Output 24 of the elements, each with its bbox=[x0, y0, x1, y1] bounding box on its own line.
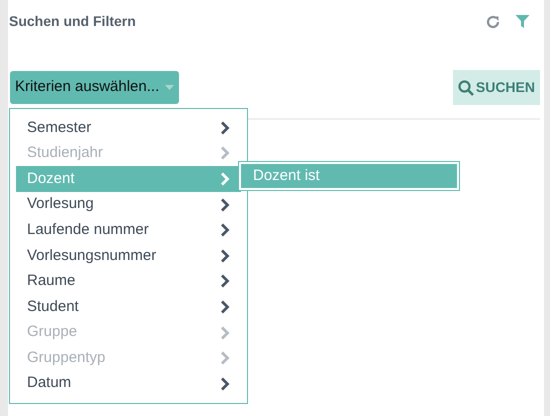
filter-icon[interactable] bbox=[515, 14, 530, 29]
chevron-right-icon bbox=[220, 326, 230, 340]
menu-item[interactable]: Datum bbox=[16, 370, 241, 397]
chevron-right-icon bbox=[220, 248, 230, 263]
menu-item[interactable]: Raume bbox=[16, 268, 241, 294]
chevron-right-icon bbox=[220, 376, 230, 391]
chevron-right-icon bbox=[220, 274, 230, 288]
menu-item[interactable]: Laufende nummer bbox=[16, 217, 241, 243]
chevron-right-icon bbox=[220, 198, 230, 212]
chevron-right-icon bbox=[220, 351, 230, 366]
chevron-right-icon bbox=[220, 146, 230, 160]
search-icon bbox=[458, 80, 474, 96]
criteria-dropdown[interactable]: Kriterien auswählen... bbox=[10, 71, 180, 104]
chevron-right-icon bbox=[220, 223, 230, 238]
menu-item[interactable]: Vorlesungsnummer bbox=[16, 242, 241, 269]
caret-icon bbox=[165, 84, 174, 90]
chevron-right-icon bbox=[220, 300, 230, 314]
chevron-right-icon bbox=[220, 120, 230, 135]
chevron-right-icon bbox=[220, 172, 230, 186]
refresh-icon[interactable] bbox=[485, 14, 501, 30]
panel-title: Suchen und Filtern bbox=[9, 12, 136, 31]
menu-item[interactable]: Vorlesung bbox=[16, 192, 241, 218]
menu-item[interactable]: Semester bbox=[16, 115, 241, 141]
menu-item[interactable]: Student bbox=[16, 294, 241, 320]
